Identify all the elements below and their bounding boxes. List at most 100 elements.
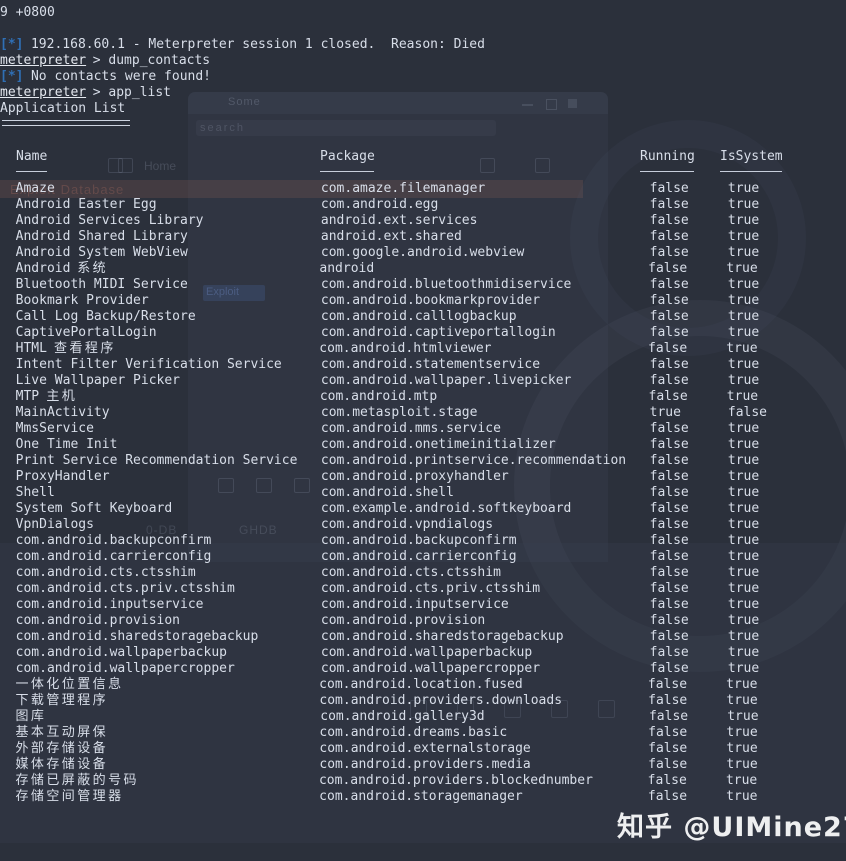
cell-text: MTP (0, 389, 47, 404)
cell-text (0, 693, 16, 709)
table-row[interactable]: 存储已屏蔽的号码 com.android.providers.blockednu… (0, 773, 846, 789)
table-row[interactable]: Shell com.android.shell false true (0, 485, 846, 501)
scrollback-fragment: 9 +0800 (0, 5, 55, 20)
table-row[interactable]: 外部存储设备 com.android.externalstorage false… (0, 741, 846, 757)
table-row[interactable]: com.android.inputservice com.android.inp… (0, 597, 846, 613)
table-row[interactable]: 一体化位置信息 com.android.location.fused false… (0, 677, 846, 693)
cell-text: 存储已屏蔽的号码 (15, 773, 139, 788)
cell-text: Print Service Recommendation Service com… (0, 453, 760, 468)
table-row[interactable]: CaptivePortalLogin com.android.captivepo… (0, 325, 846, 341)
cell-text: com.android.providers.blockednumber fals… (138, 773, 758, 788)
table-row[interactable]: Print Service Recommendation Service com… (0, 453, 846, 469)
table-row[interactable]: MainActivity com.metasploit.stage true f… (0, 405, 846, 421)
cell-text: 媒体存储设备 (15, 757, 109, 772)
cell-text (0, 725, 16, 741)
cell-text: com.android.wallpaperbackup com.android.… (0, 645, 760, 660)
prompt-command: > app_list (84, 85, 171, 100)
table-row[interactable]: 存储空间管理器 com.android.storagemanager false… (0, 789, 846, 805)
cell-text (0, 773, 16, 789)
cell-text: com.android.cts.ctsshim com.android.cts.… (0, 565, 760, 580)
cell-text: 系统 (77, 261, 109, 276)
cell-text (0, 789, 16, 805)
table-row[interactable]: Android Services Library android.ext.ser… (0, 213, 846, 229)
table-row[interactable]: 下载管理程序 com.android.providers.downloads f… (0, 693, 846, 709)
table-row[interactable]: VpnDialogs com.android.vpndialogs false … (0, 517, 846, 533)
column-underline-running (640, 171, 695, 172)
table-row[interactable]: Android 系统 android false true (0, 261, 846, 277)
cell-text: com.android.mtp false true (77, 389, 759, 404)
table-row[interactable]: Bluetooth MIDI Service com.android.bluet… (0, 277, 846, 293)
table-row[interactable]: 媒体存储设备 com.android.providers.media false… (0, 757, 846, 773)
cell-text: 存储空间管理器 (15, 789, 124, 804)
cell-text: CaptivePortalLogin com.android.captivepo… (0, 325, 760, 340)
cell-text: VpnDialogs com.android.vpndialogs false … (0, 517, 760, 532)
table-row[interactable]: System Soft Keyboard com.example.android… (0, 501, 846, 517)
cell-text: com.android.sharedstoragebackup com.andr… (0, 629, 760, 644)
cell-text: Shell com.android.shell false true (0, 485, 760, 500)
table-row[interactable]: 图库 com.android.gallery3d false true (0, 709, 846, 725)
cell-text: 图库 (15, 709, 47, 724)
cell-text: ProxyHandler com.android.proxyhandler fa… (0, 469, 760, 484)
cell-text: com.android.backupconfirm com.android.ba… (0, 533, 760, 548)
table-row[interactable]: HTML 查看程序 com.android.htmlviewer false t… (0, 341, 846, 357)
column-header-running: Running (640, 149, 695, 164)
cell-text: com.android.providers.media false true (108, 757, 758, 772)
table-row[interactable]: ProxyHandler com.android.proxyhandler fa… (0, 469, 846, 485)
table-row[interactable]: com.android.sharedstoragebackup com.andr… (0, 629, 846, 645)
cell-text: Live Wallpaper Picker com.android.wallpa… (0, 373, 760, 388)
cell-text: com.android.carrierconfig com.android.ca… (0, 549, 760, 564)
cell-text (0, 709, 16, 725)
column-header-package: Package (320, 149, 375, 164)
column-header-name: Name (16, 149, 48, 164)
cell-text: com.android.providers.downloads false tr… (108, 693, 758, 708)
cell-text: com.android.storagemanager false true (123, 789, 758, 804)
table-row[interactable]: com.android.carrierconfig com.android.ca… (0, 549, 846, 565)
cell-text: com.android.wallpapercropper com.android… (0, 661, 760, 676)
cell-text: MainActivity com.metasploit.stage true f… (0, 405, 768, 420)
cell-text: Amaze com.amaze.filemanager false true (0, 181, 760, 196)
cell-text: Android System WebView com.google.androi… (0, 245, 760, 260)
cell-text: 下载管理程序 (15, 693, 109, 708)
cell-text: One Time Init com.android.onetimeinitial… (0, 437, 760, 452)
section-title: Application List (0, 101, 126, 116)
session-closed-message: 192.168.60.1 - Meterpreter session 1 clo… (23, 37, 485, 52)
info-tag: [*] (0, 69, 24, 84)
terminal-output[interactable]: 9 +0800 [*] 192.168.60.1 - Meterpreter se… (0, 0, 846, 861)
column-underline-package (320, 171, 375, 172)
cell-text: Android Services Library android.ext.ser… (0, 213, 760, 228)
application-list-rule (2, 120, 130, 126)
table-row[interactable]: 基本互动屏保 com.android.dreams.basic false tr… (0, 725, 846, 741)
cell-text: com.android.cts.priv.ctsshim com.android… (0, 581, 760, 596)
table-row[interactable]: Android System WebView com.google.androi… (0, 245, 846, 261)
cell-text: 外部存储设备 (15, 741, 109, 756)
table-row[interactable]: MmsService com.android.mms.service false… (0, 421, 846, 437)
column-header-issystem: IsSystem (720, 149, 783, 164)
table-row[interactable]: Call Log Backup/Restore com.android.call… (0, 309, 846, 325)
cell-text: com.android.htmlviewer false true (115, 341, 758, 356)
table-row[interactable]: One Time Init com.android.onetimeinitial… (0, 437, 846, 453)
table-row[interactable]: Amaze com.amaze.filemanager false true (0, 181, 846, 197)
cell-text: com.android.inputservice com.android.inp… (0, 597, 760, 612)
cell-text (0, 757, 16, 773)
prompt-user: meterpreter (0, 53, 87, 68)
watermark: 知乎 @UIMine27 (617, 812, 846, 843)
table-row[interactable]: MTP 主机 com.android.mtp false true (0, 389, 846, 405)
cell-text: com.android.externalstorage false true (108, 741, 758, 756)
table-row[interactable]: com.android.provision com.android.provis… (0, 613, 846, 629)
table-row[interactable]: com.android.cts.ctsshim com.android.cts.… (0, 565, 846, 581)
table-row[interactable]: Intent Filter Verification Service com.a… (0, 357, 846, 373)
table-row[interactable]: Android Easter Egg com.android.egg false… (0, 197, 846, 213)
table-row[interactable]: com.android.wallpaperbackup com.android.… (0, 645, 846, 661)
table-row[interactable]: Android Shared Library android.ext.share… (0, 229, 846, 245)
column-underline-issystem (720, 171, 782, 172)
table-row[interactable]: com.android.backupconfirm com.android.ba… (0, 533, 846, 549)
cell-text: Android Easter Egg com.android.egg false… (0, 197, 760, 212)
table-row[interactable]: com.android.wallpapercropper com.android… (0, 661, 846, 677)
cell-text: 主机 (46, 389, 78, 404)
cell-text: HTML (0, 341, 55, 356)
table-row[interactable]: com.android.cts.priv.ctsshim com.android… (0, 581, 846, 597)
table-row[interactable]: Live Wallpaper Picker com.android.wallpa… (0, 373, 846, 389)
cell-text: 查看程序 (54, 341, 116, 356)
cell-text: com.android.gallery3d false true (46, 709, 759, 724)
table-row[interactable]: Bookmark Provider com.android.bookmarkpr… (0, 293, 846, 309)
